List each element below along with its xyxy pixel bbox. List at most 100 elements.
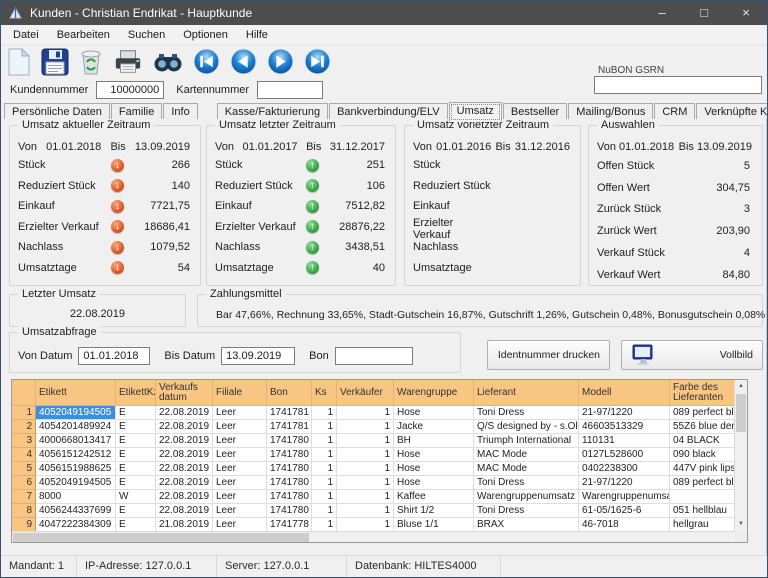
cell[interactable]: E bbox=[116, 420, 156, 434]
cell[interactable]: 22.08.2019 bbox=[156, 448, 213, 462]
row-number[interactable]: 6 bbox=[12, 476, 36, 490]
cell[interactable]: 1741780 bbox=[267, 476, 312, 490]
cell[interactable]: 0402238300 bbox=[579, 462, 670, 476]
column-header-etikett[interactable]: Etikett bbox=[36, 380, 116, 406]
cell[interactable]: E bbox=[116, 504, 156, 518]
cell[interactable]: 1 bbox=[337, 490, 394, 504]
column-header-filiale[interactable]: Filiale bbox=[213, 380, 267, 406]
column-header-etikettkz[interactable]: EtikettKz bbox=[116, 380, 156, 406]
cell[interactable]: 22.08.2019 bbox=[156, 434, 213, 448]
cell[interactable]: Leer bbox=[213, 462, 267, 476]
cell[interactable]: 1 bbox=[312, 462, 337, 476]
cell[interactable]: 110131 bbox=[579, 434, 670, 448]
column-header-lieferant[interactable]: Lieferant bbox=[474, 380, 579, 406]
row-number[interactable]: 1 bbox=[12, 406, 36, 420]
cell[interactable]: 4056151988625 bbox=[36, 462, 116, 476]
cell[interactable]: E bbox=[116, 462, 156, 476]
cell[interactable]: Kaffee bbox=[394, 490, 474, 504]
cell[interactable]: Leer bbox=[213, 504, 267, 518]
vertical-scroll-thumb[interactable] bbox=[736, 394, 746, 432]
cell[interactable]: 4000668013417 bbox=[36, 434, 116, 448]
tab-umsatz[interactable]: Umsatz bbox=[449, 102, 502, 122]
cell[interactable]: MAC Mode bbox=[474, 448, 579, 462]
menu-datei[interactable]: Datei bbox=[4, 25, 48, 45]
cell[interactable]: Warengruppenumsatz bbox=[474, 490, 579, 504]
nav-next-button[interactable] bbox=[267, 48, 294, 75]
cell[interactable]: 1741780 bbox=[267, 504, 312, 518]
cell[interactable]: 1 bbox=[337, 448, 394, 462]
cell[interactable]: 1 bbox=[312, 448, 337, 462]
cell[interactable]: 0127L528600 bbox=[579, 448, 670, 462]
table-row[interactable]: 44056151242512E22.08.2019Leer174178011Ho… bbox=[12, 448, 747, 462]
cell[interactable]: Triumph International bbox=[474, 434, 579, 448]
cell[interactable]: 22.08.2019 bbox=[156, 462, 213, 476]
cell[interactable]: Toni Dress bbox=[474, 406, 579, 420]
cell[interactable]: 1 bbox=[337, 420, 394, 434]
column-header-bon[interactable]: Bon bbox=[267, 380, 312, 406]
cell[interactable]: E bbox=[116, 476, 156, 490]
row-number[interactable]: 7 bbox=[12, 490, 36, 504]
cell[interactable]: E bbox=[116, 448, 156, 462]
cell[interactable]: MAC Mode bbox=[474, 462, 579, 476]
cell[interactable]: 1 bbox=[337, 434, 394, 448]
cell[interactable]: Q/S designed by - s.Oliver bbox=[474, 420, 579, 434]
cell[interactable]: 4052049194505 bbox=[36, 406, 116, 420]
cell[interactable]: Jacke bbox=[394, 420, 474, 434]
menu-suchen[interactable]: Suchen bbox=[119, 25, 174, 45]
cell[interactable]: Hose bbox=[394, 476, 474, 490]
cell[interactable]: 090 black bbox=[670, 448, 736, 462]
cell[interactable]: 21.08.2019 bbox=[156, 518, 213, 532]
cell[interactable]: 1 bbox=[312, 518, 337, 532]
cell[interactable]: Shirt 1/2 bbox=[394, 504, 474, 518]
nav-previous-button[interactable] bbox=[230, 48, 257, 75]
cell[interactable]: 089 perfect black bbox=[670, 406, 736, 420]
cell[interactable]: 1 bbox=[337, 476, 394, 490]
identnummer-drucken-button[interactable]: Identnummer drucken bbox=[487, 340, 610, 370]
row-number[interactable]: 4 bbox=[12, 448, 36, 462]
cell[interactable]: W bbox=[116, 490, 156, 504]
close-button[interactable]: × bbox=[725, 1, 767, 25]
column-header-warengruppe[interactable]: Warengruppe bbox=[394, 380, 474, 406]
cell[interactable]: 1741780 bbox=[267, 434, 312, 448]
cell[interactable]: Leer bbox=[213, 490, 267, 504]
scroll-up-icon[interactable]: ▲ bbox=[735, 380, 747, 393]
cell[interactable]: Leer bbox=[213, 518, 267, 532]
search-button[interactable] bbox=[153, 50, 183, 74]
row-number[interactable]: 8 bbox=[12, 504, 36, 518]
cell[interactable]: Toni Dress bbox=[474, 504, 579, 518]
cell[interactable]: 1741781 bbox=[267, 420, 312, 434]
save-button[interactable] bbox=[41, 48, 69, 76]
von-datum-input[interactable] bbox=[78, 347, 150, 365]
cell[interactable]: 4047222384309 bbox=[36, 518, 116, 532]
cell[interactable]: Leer bbox=[213, 406, 267, 420]
cell[interactable]: 447V pink lipstick bbox=[670, 462, 736, 476]
row-number[interactable]: 3 bbox=[12, 434, 36, 448]
cell[interactable]: hellgrau bbox=[670, 518, 736, 532]
cell[interactable]: 1 bbox=[337, 406, 394, 420]
table-row[interactable]: 78000W22.08.2019Leer174178011KaffeeWaren… bbox=[12, 490, 747, 504]
cell[interactable] bbox=[670, 490, 736, 504]
horizontal-scroll-thumb[interactable] bbox=[13, 533, 309, 542]
vertical-scrollbar[interactable]: ▲ ▼ bbox=[734, 380, 747, 531]
cell[interactable]: 55Z6 blue denim bbox=[670, 420, 736, 434]
menu-optionen[interactable]: Optionen bbox=[174, 25, 237, 45]
row-number[interactable]: 9 bbox=[12, 518, 36, 532]
kartennummer-input[interactable] bbox=[257, 81, 323, 99]
cell[interactable]: E bbox=[116, 434, 156, 448]
menu-bearbeiten[interactable]: Bearbeiten bbox=[48, 25, 119, 45]
cell[interactable]: Toni Dress bbox=[474, 476, 579, 490]
row-number[interactable]: 2 bbox=[12, 420, 36, 434]
column-header-ks[interactable]: Ks bbox=[312, 380, 337, 406]
table-row[interactable]: 84056244337699E22.08.2019Leer174178011Sh… bbox=[12, 504, 747, 518]
cell[interactable]: 21-97/1220 bbox=[579, 406, 670, 420]
cell[interactable]: 1741781 bbox=[267, 406, 312, 420]
cell[interactable]: 1 bbox=[312, 434, 337, 448]
cell[interactable]: BRAX bbox=[474, 518, 579, 532]
cell[interactable]: 1 bbox=[337, 504, 394, 518]
delete-button[interactable] bbox=[79, 48, 103, 76]
cell[interactable]: 22.08.2019 bbox=[156, 490, 213, 504]
cell[interactable]: 61-05/1625-6 bbox=[579, 504, 670, 518]
cell[interactable]: 46-7018 bbox=[579, 518, 670, 532]
cell[interactable]: 4056244337699 bbox=[36, 504, 116, 518]
minimize-button[interactable]: – bbox=[641, 1, 683, 25]
